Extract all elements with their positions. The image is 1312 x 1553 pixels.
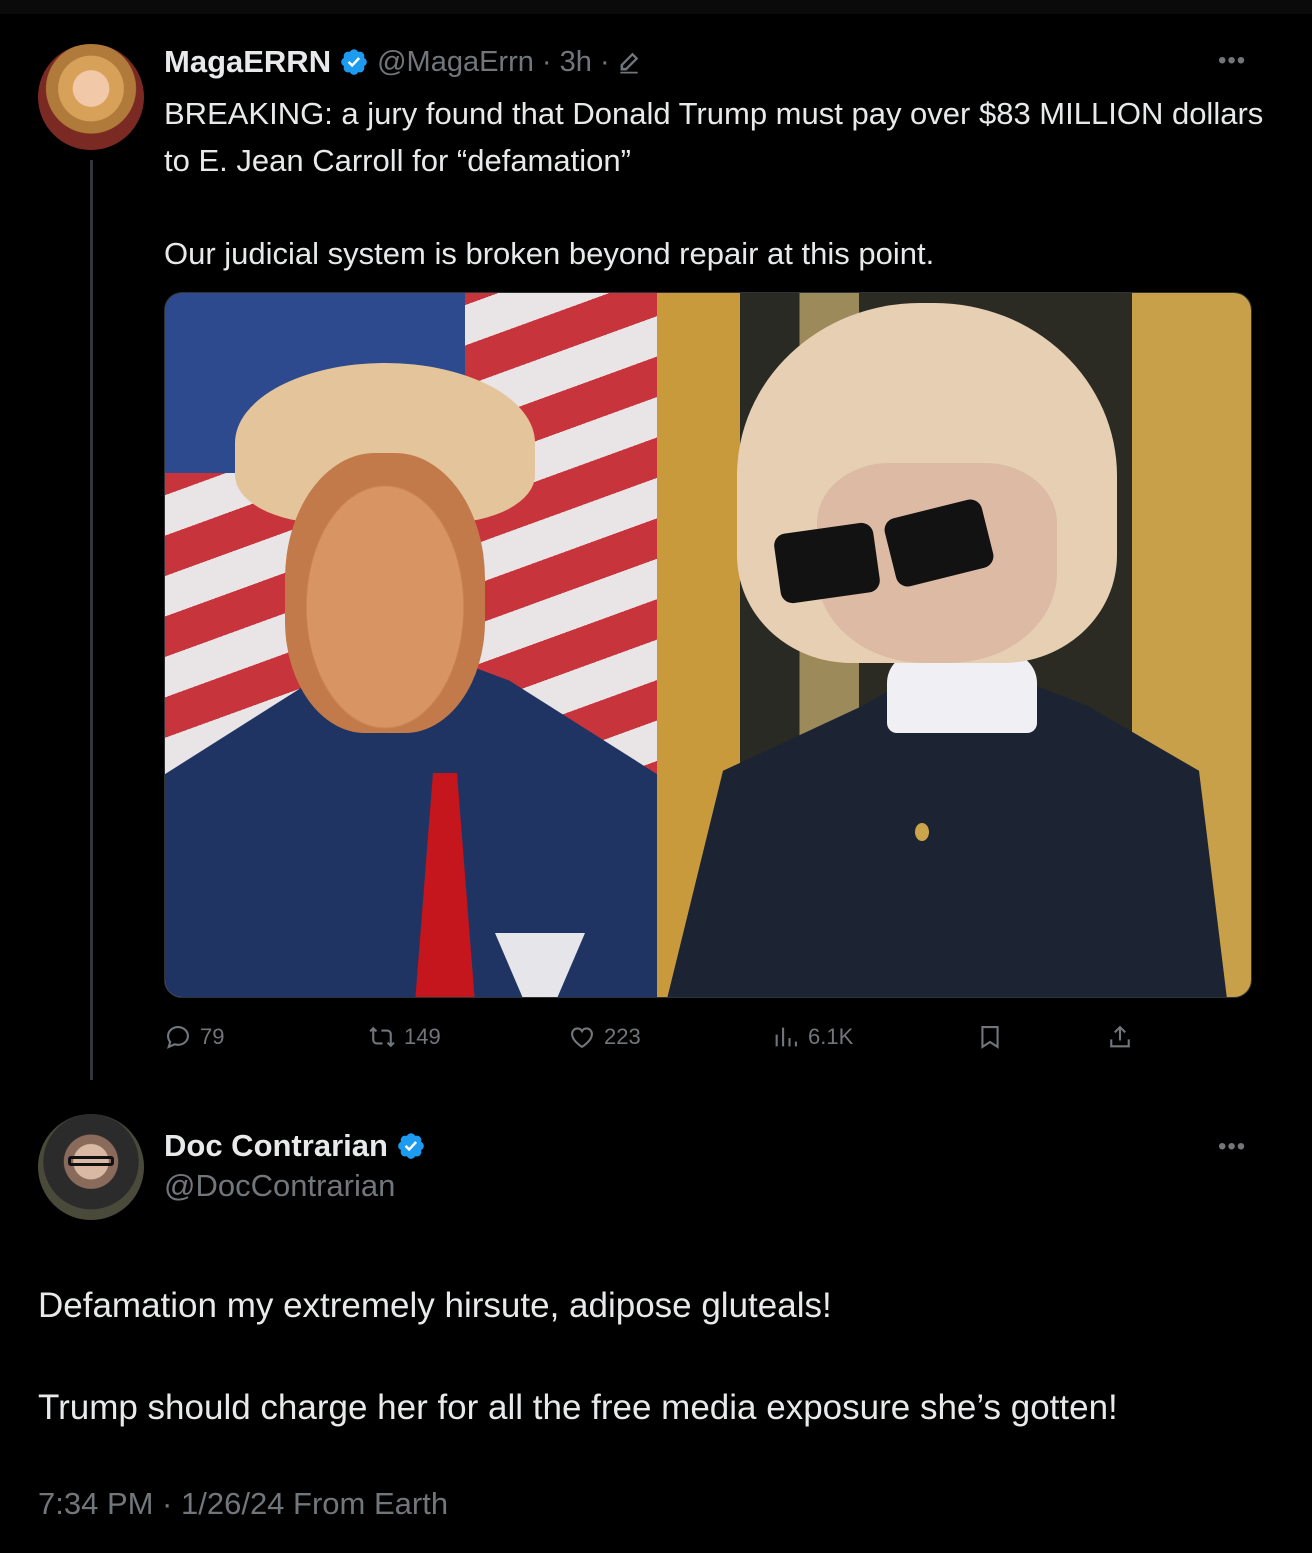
author-display-name[interactable]: Doc Contrarian: [164, 1128, 388, 1164]
sunglasses-lens: [772, 521, 882, 605]
more-options-icon[interactable]: •••: [1218, 1135, 1246, 1159]
collar: [887, 653, 1037, 733]
views-count: 6.1K: [808, 1024, 854, 1049]
reply-timestamp[interactable]: 7:34 PM · 1/26/24 From Earth: [38, 1486, 448, 1522]
glasses: [68, 1156, 114, 1166]
reply-text-line: Trump should charge her for all the free…: [38, 1388, 1118, 1427]
reply-text-line: Defamation my extremely hirsute, adipose…: [38, 1286, 832, 1325]
repost-button[interactable]: 149: [368, 1016, 441, 1058]
author-handle-and-time[interactable]: @MagaErrn · 3h ·: [377, 46, 610, 79]
tweet-header: MagaERRN @MagaErrn · 3h ·: [164, 40, 642, 84]
face: [285, 453, 485, 733]
more-options-icon[interactable]: •••: [1218, 49, 1246, 73]
bookmark-button[interactable]: [976, 1016, 1004, 1058]
bookmark-icon: [981, 1026, 999, 1049]
coat-button: [915, 823, 929, 841]
tweet-text-line: BREAKING: a jury found that Donald Trump…: [164, 96, 1264, 178]
reply-button[interactable]: 79: [164, 1016, 224, 1058]
author-display-name[interactable]: MagaERRN: [164, 44, 331, 80]
repost-icon: [369, 1026, 395, 1048]
tweet-actions-bar: 79 149 223 6.1K: [164, 1016, 1144, 1058]
like-button[interactable]: 223: [568, 1016, 641, 1058]
verified-badge-icon[interactable]: [396, 1131, 426, 1161]
reply-text: Defamation my extremely hirsute, adipose…: [38, 1280, 1278, 1434]
verified-badge-icon[interactable]: [339, 47, 369, 77]
share-icon: [1110, 1025, 1130, 1048]
reply-header: Doc Contrarian: [164, 1124, 426, 1168]
tweet-thread-view: MagaERRN @MagaErrn · 3h · ••• BREAKING: …: [0, 0, 1312, 1553]
reply-count: 79: [200, 1024, 225, 1049]
tweet-text: BREAKING: a jury found that Donald Trump…: [164, 90, 1274, 277]
author-handle[interactable]: @DocContrarian: [164, 1168, 395, 1204]
tweet-media[interactable]: [164, 292, 1252, 998]
photo-man-in-suit[interactable]: [165, 293, 657, 997]
avatar[interactable]: [38, 1114, 144, 1220]
avatar[interactable]: [38, 44, 144, 150]
like-count: 223: [604, 1024, 641, 1049]
tweet-text-line: Our judicial system is broken beyond rep…: [164, 236, 935, 271]
repost-count: 149: [404, 1024, 441, 1049]
reply-icon: [166, 1026, 189, 1049]
photo-woman-in-sunglasses[interactable]: [657, 293, 1251, 997]
top-bar: [0, 0, 1312, 14]
share-button[interactable]: [1106, 1016, 1134, 1058]
analytics-icon: [775, 1027, 797, 1047]
views-button[interactable]: 6.1K: [772, 1016, 853, 1058]
heart-icon: [571, 1027, 593, 1049]
edited-pencil-icon[interactable]: [616, 49, 642, 75]
thread-connector-line: [90, 160, 93, 1080]
